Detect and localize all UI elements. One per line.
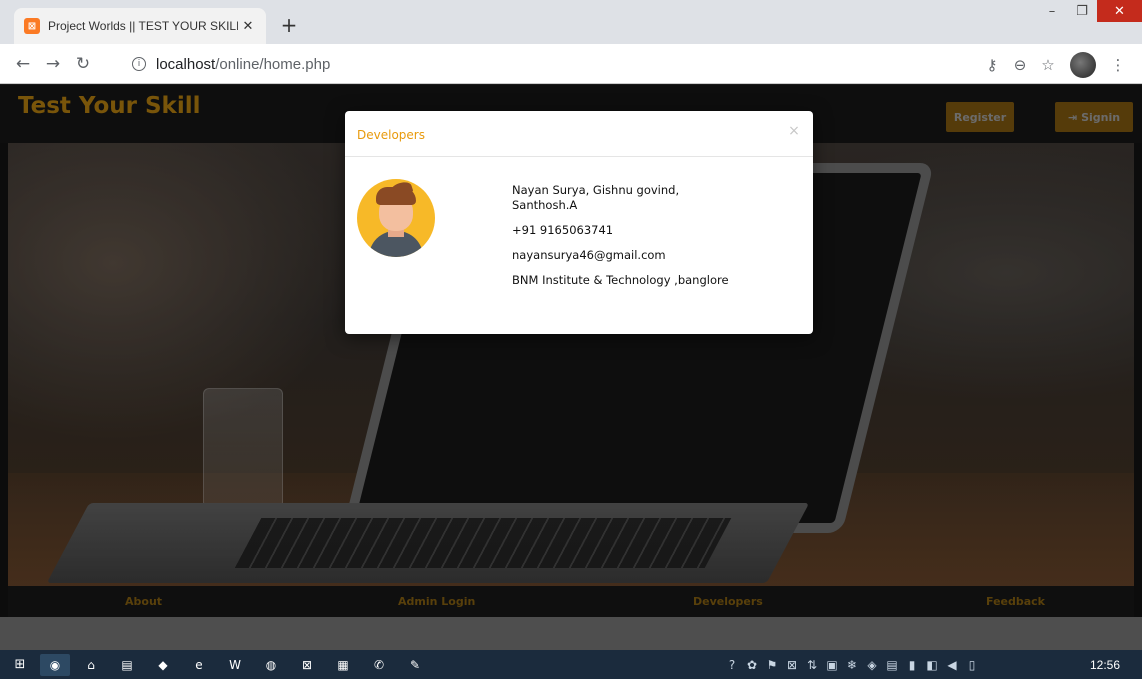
taskbar-ie[interactable]: e bbox=[184, 654, 214, 676]
taskbar-whatsapp[interactable]: ✆ bbox=[364, 654, 394, 676]
web-page: Test Your Skill Register ⇥ Signin About … bbox=[0, 85, 1142, 650]
menu-icon[interactable]: ⋮ bbox=[1104, 56, 1132, 74]
network-share-icon[interactable]: ⇅ bbox=[802, 658, 822, 672]
taskbar-files[interactable]: ▤ bbox=[112, 654, 142, 676]
battery-icon[interactable]: ▯ bbox=[962, 658, 982, 672]
developer-phone: +91 9165063741 bbox=[512, 223, 614, 237]
start-button[interactable]: ⊞ bbox=[6, 654, 34, 676]
browser-tab[interactable]: ⊠ Project Worlds || TEST YOUR SKILL ✕ bbox=[14, 8, 266, 44]
new-tab-button[interactable]: + bbox=[278, 13, 300, 37]
signal-icon[interactable]: ▮ bbox=[902, 658, 922, 672]
info-icon[interactable]: i bbox=[132, 57, 146, 71]
xampp-tray-icon[interactable]: ⊠ bbox=[782, 658, 802, 672]
gpu-icon[interactable]: ◧ bbox=[922, 658, 942, 672]
modal-title: Developers bbox=[357, 128, 425, 142]
tab-close-icon[interactable]: ✕ bbox=[240, 19, 256, 34]
taskbar-word[interactable]: W bbox=[220, 654, 250, 676]
bookmark-star-icon[interactable]: ☆ bbox=[1034, 56, 1062, 74]
tray-app-icon[interactable]: ✿ bbox=[742, 658, 762, 672]
flag-icon[interactable]: ⚑ bbox=[762, 658, 782, 672]
tab-title: Project Worlds || TEST YOUR SKILL bbox=[48, 19, 238, 33]
minimize-button[interactable]: – bbox=[1037, 0, 1067, 22]
back-button[interactable]: ← bbox=[10, 54, 36, 74]
zoom-icon[interactable]: ⊖ bbox=[1006, 56, 1034, 74]
taskbar-firefox[interactable]: ◍ bbox=[256, 654, 286, 676]
developer-info: Nayan Surya, Gishnu govind, Santhosh.A +… bbox=[512, 183, 732, 298]
address-bar[interactable]: i localhost/online/home.php bbox=[120, 50, 1000, 78]
help-icon[interactable]: ? bbox=[722, 658, 742, 672]
browser-toolbar: ← → ↻ i localhost/online/home.php ⚷ ⊖ ☆ … bbox=[0, 44, 1142, 84]
forward-button[interactable]: → bbox=[40, 54, 66, 74]
modal-close-icon[interactable]: × bbox=[787, 123, 801, 139]
maximize-button[interactable]: ❐ bbox=[1067, 0, 1097, 22]
profile-avatar[interactable] bbox=[1070, 52, 1096, 78]
developers-modal: Developers × Nayan Surya, Gishnu govind,… bbox=[345, 111, 813, 334]
keyboard-icon[interactable]: ▤ bbox=[882, 658, 902, 672]
taskbar-home[interactable]: ⌂ bbox=[76, 654, 106, 676]
developer-email: nayansurya46@gmail.com bbox=[512, 248, 666, 262]
volume-icon[interactable]: ◀ bbox=[942, 658, 962, 672]
developer-avatar bbox=[357, 179, 435, 257]
taskbar-app[interactable]: ◆ bbox=[148, 654, 178, 676]
taskbar-xampp[interactable]: ⊠ bbox=[292, 654, 322, 676]
taskbar-notepad[interactable]: ▦ bbox=[328, 654, 358, 676]
url-text: localhost/online/home.php bbox=[156, 56, 330, 73]
windows-taskbar: ⊞ ◉ ⌂ ▤ ◆ e W ◍ ⊠ ▦ ✆ ✎ ? ✿ ⚑ ⊠ ⇅ ▣ ❄ ◈ … bbox=[0, 650, 1142, 679]
url-host: localhost bbox=[156, 55, 216, 73]
window-close-button[interactable]: ✕ bbox=[1097, 0, 1142, 22]
toolbar-actions: ⚷ ⊖ ☆ ⋮ bbox=[978, 52, 1132, 78]
key-icon[interactable]: ⚷ bbox=[978, 56, 1006, 74]
taskbar-tool[interactable]: ✎ bbox=[400, 654, 430, 676]
display-icon[interactable]: ▣ bbox=[822, 658, 842, 672]
developer-names: Nayan Surya, Gishnu govind, Santhosh.A bbox=[512, 183, 680, 212]
modal-header: Developers × bbox=[345, 111, 813, 157]
window-controls: – ❐ ✕ bbox=[1037, 0, 1142, 22]
security-icon[interactable]: ◈ bbox=[862, 658, 882, 672]
developer-institute: BNM Institute & Technology ,banglore bbox=[512, 273, 729, 287]
taskbar-chrome[interactable]: ◉ bbox=[40, 653, 70, 676]
browser-tabstrip: ⊠ Project Worlds || TEST YOUR SKILL ✕ + … bbox=[0, 0, 1142, 44]
taskbar-clock[interactable]: 12:56 bbox=[1090, 658, 1120, 672]
system-tray: ? ✿ ⚑ ⊠ ⇅ ▣ ❄ ◈ ▤ ▮ ◧ ◀ ▯ bbox=[722, 650, 982, 679]
snowflake-icon[interactable]: ❄ bbox=[842, 658, 862, 672]
reload-button[interactable]: ↻ bbox=[70, 54, 96, 74]
url-path: /online/home.php bbox=[215, 55, 331, 73]
xampp-favicon-icon: ⊠ bbox=[24, 18, 40, 34]
